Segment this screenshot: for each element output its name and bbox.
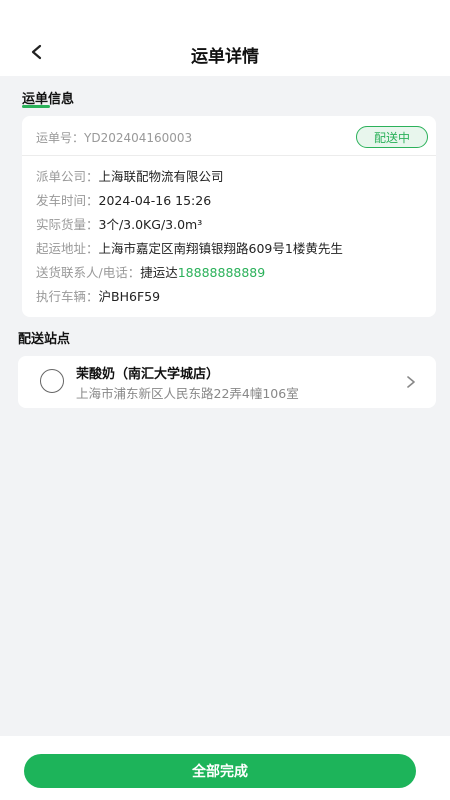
content-area: 运单信息 运单号：YD202404160003 配送中 派单公司：上海联配物流有… <box>6 76 444 736</box>
section-title-stops: 配送站点 <box>18 332 71 347</box>
stop-name: 茉酸奶（南汇大学城店） <box>76 367 220 382</box>
info-value: 沪BH6F59 <box>98 289 161 304</box>
info-row-contact: 送货联系人/电话：捷运达18888888889 <box>36 262 265 281</box>
info-row-departure-time: 发车时间：2024-04-16 15:26 <box>36 190 211 209</box>
waybill-number: 运单号：YD202404160003 <box>36 131 193 145</box>
info-value: 上海市嘉定区南翔镇银翔路609号1楼黄先生 <box>98 241 343 256</box>
info-row-actual-volume: 实际货量：3个/3.0KG/3.0m³ <box>36 214 202 233</box>
info-label: 送货联系人/电话： <box>36 265 141 280</box>
info-value: 捷运达 <box>140 265 178 280</box>
complete-all-button[interactable]: 全部完成 <box>24 754 416 788</box>
stop-list-item[interactable]: 茉酸奶（南汇大学城店） 上海市浦东新区人民东路22弄4幢106室 <box>18 356 436 408</box>
info-value: 上海联配物流有限公司 <box>98 169 224 184</box>
info-value: 3个/3.0KG/3.0m³ <box>98 217 203 232</box>
page-title: 运单详情 <box>191 47 259 67</box>
waybill-header-row: 运单号：YD202404160003 配送中 <box>22 116 436 156</box>
status-badge: 配送中 <box>356 126 428 148</box>
info-label: 发车时间： <box>36 193 99 208</box>
info-label: 派单公司： <box>36 169 99 184</box>
info-row-origin-address: 起运地址：上海市嘉定区南翔镇银翔路609号1楼黄先生 <box>36 238 343 257</box>
info-row-company: 派单公司：上海联配物流有限公司 <box>36 166 224 185</box>
section-title-underline <box>22 105 50 108</box>
footer-bar: 全部完成 <box>0 736 450 800</box>
contact-phone-link[interactable]: 18888888889 <box>178 265 265 280</box>
chevron-right-icon <box>407 376 415 388</box>
info-label: 起运地址： <box>36 241 99 256</box>
info-label: 执行车辆： <box>36 289 99 304</box>
stop-radio[interactable] <box>40 369 64 393</box>
info-value: 2024-04-16 15:26 <box>98 193 212 208</box>
header: 运单详情 <box>0 0 450 76</box>
info-row-vehicle: 执行车辆：沪BH6F59 <box>36 286 160 305</box>
info-label: 实际货量： <box>36 217 99 232</box>
waybill-info-card: 运单号：YD202404160003 配送中 派单公司：上海联配物流有限公司 发… <box>22 116 436 317</box>
stop-address: 上海市浦东新区人民东路22弄4幢106室 <box>76 386 299 401</box>
